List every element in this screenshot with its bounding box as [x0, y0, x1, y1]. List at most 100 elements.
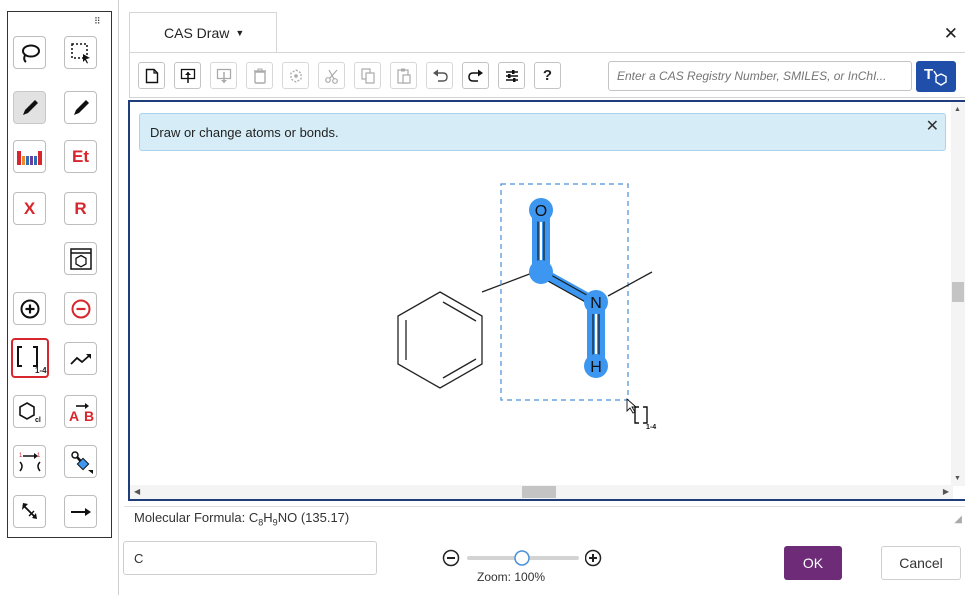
drag-grip-icon[interactable]: ⠿ [94, 16, 101, 27]
marquee-select-button[interactable] [64, 36, 97, 69]
ok-button[interactable]: OK [784, 546, 842, 580]
scroll-right-icon[interactable]: ▶ [943, 487, 949, 496]
atom-entry-input[interactable] [123, 541, 377, 575]
redo-button[interactable] [462, 62, 489, 89]
horizontal-scrollbar[interactable]: ◀ ▶ [130, 485, 953, 499]
paste-icon [396, 68, 411, 84]
structure-search-icon: T [924, 66, 947, 86]
drawing-canvas[interactable]: Draw or change atoms or bonds. ✕ O N H 1… [128, 100, 965, 501]
cursor-bracket-range: 1-4 [646, 424, 656, 431]
selection-box[interactable] [500, 183, 629, 401]
hydrogen-atom-label: H [590, 359, 602, 376]
scroll-up-icon[interactable]: ▲ [954, 106, 961, 113]
export-icon [216, 68, 231, 83]
et-label: Et [72, 146, 89, 166]
carbon-atom-highlight[interactable] [529, 260, 553, 284]
scroll-down-icon[interactable]: ▼ [954, 475, 961, 482]
settings-button[interactable] [498, 62, 525, 89]
zoom-slider[interactable] [442, 548, 592, 568]
reaction-ab-button[interactable]: AB [64, 395, 97, 428]
svg-text:B: B [84, 408, 94, 423]
variable-x-button[interactable]: X [13, 192, 46, 225]
ring-double-bond [442, 301, 477, 322]
benzene-ring [397, 291, 483, 389]
resize-grip-icon[interactable]: ◢ [954, 509, 962, 531]
svg-text:cl: cl [35, 417, 41, 424]
ab-arrow-icon: AB [69, 402, 94, 423]
import-icon [180, 68, 195, 83]
cancel-button[interactable]: Cancel [881, 546, 961, 580]
molecular-formula: Molecular Formula: C8H9NO (135.17) ◢ [124, 506, 965, 528]
tab-bar: CAS Draw ▼ ✕ [119, 0, 965, 52]
vertical-scrollbar[interactable]: ▲ ▼ [951, 102, 965, 486]
tab-title: CAS Draw [164, 24, 230, 41]
reaction-arrow-button[interactable] [64, 495, 97, 528]
pencil-solid-icon [73, 99, 89, 115]
periodic-table-button[interactable] [13, 140, 46, 173]
clean-structure-button[interactable] [282, 62, 309, 89]
horizontal-scroll-thumb[interactable] [522, 486, 556, 498]
trash-icon [253, 68, 266, 84]
oxygen-atom-label: O [535, 203, 547, 220]
undo-icon [432, 69, 448, 82]
chain-button[interactable] [64, 342, 97, 375]
chain-icon [69, 353, 91, 365]
cut-button[interactable] [318, 62, 345, 89]
help-button[interactable]: ? [534, 62, 561, 89]
repeating-bracket-button[interactable]: 1-4 [11, 338, 49, 378]
help-icon: ? [542, 67, 553, 84]
minus-circle-icon [71, 299, 90, 318]
x-label: X [23, 198, 36, 218]
abbreviation-button[interactable]: Et [64, 140, 97, 173]
paste-button[interactable] [390, 62, 417, 89]
cas-draw-dialog: CAS Draw ▼ ✕ ? Enter a CAS Registry Numb… [118, 0, 965, 595]
atom-mapping-button[interactable]: 11 [13, 445, 46, 478]
copy-button[interactable] [354, 62, 381, 89]
structure-search-button[interactable]: T [916, 61, 956, 92]
zoom-in-icon[interactable] [585, 548, 605, 568]
redo-icon [467, 69, 483, 82]
search-input[interactable] [608, 61, 912, 91]
right-arrow-icon [70, 507, 91, 516]
nitrogen-atom-label: N [590, 295, 602, 312]
draw-bond-button[interactable] [13, 91, 46, 124]
tab-cas-draw[interactable]: CAS Draw ▼ [129, 12, 277, 52]
stereo-button[interactable] [64, 445, 97, 478]
copy-icon [360, 67, 375, 84]
n-methyl-bond [607, 271, 653, 297]
clean-icon [289, 68, 302, 83]
ring-double-bond [442, 358, 477, 379]
r-label: R [74, 198, 87, 218]
formula-label: Molecular Formula: [134, 510, 249, 525]
scroll-left-icon[interactable]: ◀ [134, 487, 140, 496]
negative-charge-button[interactable] [64, 292, 97, 325]
stereo-bond-icon [70, 450, 93, 474]
clear-button[interactable] [246, 62, 273, 89]
zoom-thumb[interactable] [514, 550, 530, 566]
sliders-icon [505, 69, 518, 82]
cyclic-ring-icon: cl [18, 401, 41, 424]
undo-button[interactable] [426, 62, 453, 89]
close-icon[interactable]: ✕ [944, 24, 958, 44]
cursor-bracket-left [634, 406, 639, 424]
molecular-mass: (135.17) [300, 510, 350, 525]
new-document-button[interactable] [138, 62, 165, 89]
scissors-icon [324, 69, 338, 84]
draw-atom-button[interactable] [64, 91, 97, 124]
ring-template-button[interactable] [64, 242, 97, 275]
bond-arrow-button[interactable] [13, 495, 46, 528]
diagonal-arrow-icon [21, 502, 37, 519]
ring-tool-button[interactable]: cl [13, 395, 46, 428]
lasso-icon [21, 44, 40, 63]
svg-text:1: 1 [19, 453, 23, 459]
r-group-button[interactable]: R [64, 192, 97, 225]
lasso-tool-button[interactable] [13, 36, 46, 69]
vertical-scroll-thumb[interactable] [952, 282, 964, 302]
import-button[interactable] [174, 62, 201, 89]
new-document-icon [145, 68, 158, 83]
export-button[interactable] [210, 62, 237, 89]
molecule-structure[interactable]: O N H 1-4 [130, 102, 953, 486]
zoom-control [442, 548, 602, 568]
positive-charge-button[interactable] [13, 292, 46, 325]
cursor-bracket-right [643, 406, 648, 424]
